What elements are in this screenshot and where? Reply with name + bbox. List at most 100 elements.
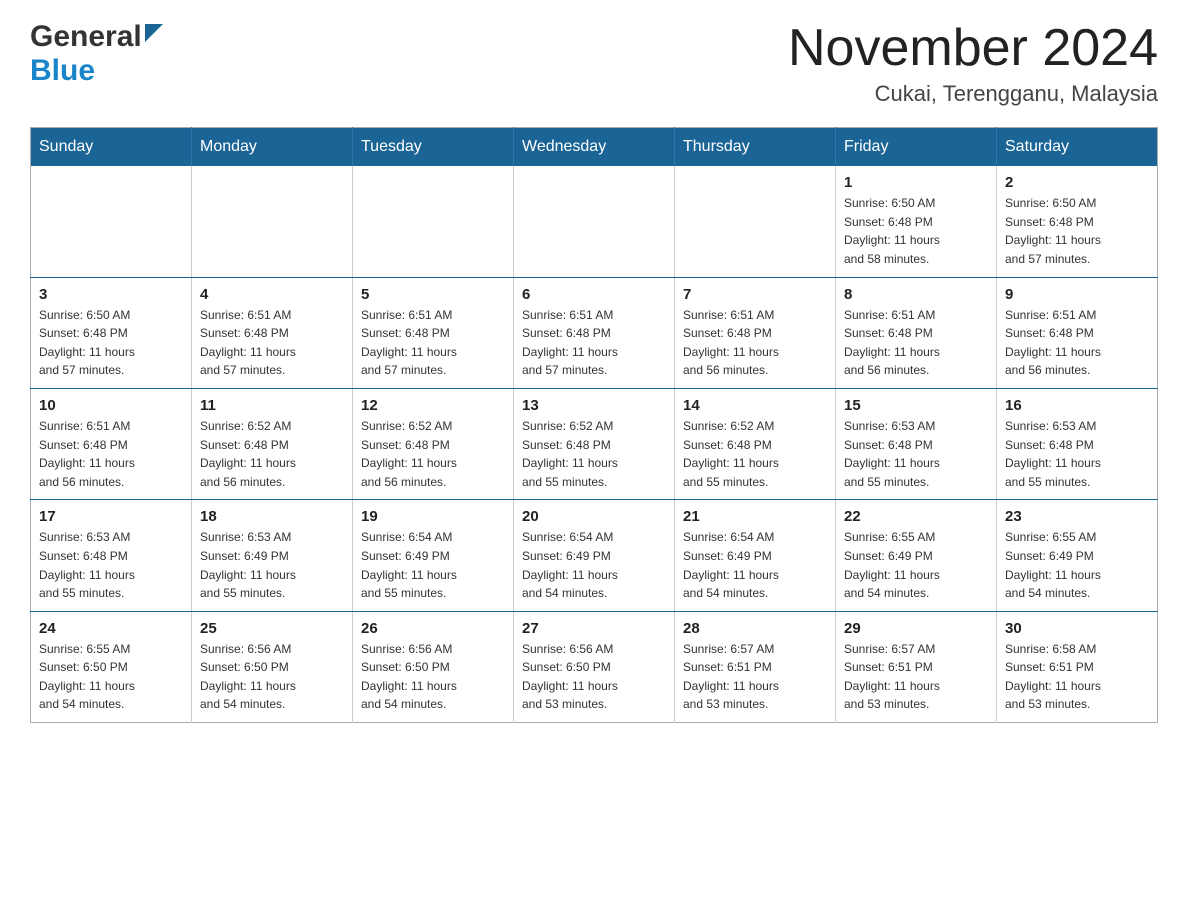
calendar-header-row: SundayMondayTuesdayWednesdayThursdayFrid… bbox=[31, 128, 1158, 167]
calendar-cell: 2Sunrise: 6:50 AM Sunset: 6:48 PM Daylig… bbox=[997, 166, 1158, 277]
day-number: 25 bbox=[200, 620, 344, 637]
header-sunday: Sunday bbox=[31, 128, 192, 167]
calendar-cell: 27Sunrise: 6:56 AM Sunset: 6:50 PM Dayli… bbox=[514, 611, 675, 722]
logo: General Blue bbox=[30, 20, 163, 88]
calendar-table: SundayMondayTuesdayWednesdayThursdayFrid… bbox=[30, 127, 1158, 723]
day-info: Sunrise: 6:55 AM Sunset: 6:49 PM Dayligh… bbox=[844, 528, 988, 602]
day-number: 6 bbox=[522, 286, 666, 303]
day-info: Sunrise: 6:56 AM Sunset: 6:50 PM Dayligh… bbox=[200, 640, 344, 714]
logo-general-text: General bbox=[30, 20, 142, 54]
calendar-cell: 26Sunrise: 6:56 AM Sunset: 6:50 PM Dayli… bbox=[353, 611, 514, 722]
calendar-cell: 1 Sunrise: 6:50 AM Sunset: 6:48 PM Daylig… bbox=[836, 166, 997, 277]
calendar-cell: 15 Sunrise: 6:53 AM Sunset: 6:48 PM Dayli… bbox=[836, 388, 997, 499]
day-info: Sunrise: 6:53 AM Sunset: 6:48 PM Dayligh… bbox=[844, 417, 988, 491]
day-number: 21 bbox=[683, 508, 827, 525]
calendar-cell bbox=[514, 166, 675, 277]
day-number: 8 bbox=[844, 286, 988, 303]
day-info: Sunrise: 6:53 AM Sunset: 6:48 PM Dayligh… bbox=[1005, 417, 1149, 491]
day-number: 22 bbox=[844, 508, 988, 525]
calendar-cell: 24Sunrise: 6:55 AM Sunset: 6:50 PM Dayli… bbox=[31, 611, 192, 722]
calendar-cell: 7 Sunrise: 6:51 AM Sunset: 6:48 PM Daylig… bbox=[675, 277, 836, 388]
day-number: 30 bbox=[1005, 620, 1149, 637]
day-number: 5 bbox=[361, 286, 505, 303]
day-number: 13 bbox=[522, 397, 666, 414]
day-number: 28 bbox=[683, 620, 827, 637]
day-info: Sunrise: 6:57 AM Sunset: 6:51 PM Dayligh… bbox=[683, 640, 827, 714]
day-info: Sunrise: 6:50 AM Sunset: 6:48 PM Dayligh… bbox=[1005, 194, 1149, 268]
day-number: 20 bbox=[522, 508, 666, 525]
day-number: 16 bbox=[1005, 397, 1149, 414]
day-number: 10 bbox=[39, 397, 183, 414]
calendar-cell: 25 Sunrise: 6:56 AM Sunset: 6:50 PM Dayli… bbox=[192, 611, 353, 722]
header-monday: Monday bbox=[192, 128, 353, 167]
calendar-week-row: 10 Sunrise: 6:51 AM Sunset: 6:48 PM Dayli… bbox=[31, 388, 1158, 499]
logo-blue-text: Blue bbox=[30, 54, 95, 88]
header-friday: Friday bbox=[836, 128, 997, 167]
day-info: Sunrise: 6:52 AM Sunset: 6:48 PM Dayligh… bbox=[683, 417, 827, 491]
day-info: Sunrise: 6:58 AM Sunset: 6:51 PM Dayligh… bbox=[1005, 640, 1149, 714]
calendar-cell: 8 Sunrise: 6:51 AM Sunset: 6:48 PM Daylig… bbox=[836, 277, 997, 388]
day-info: Sunrise: 6:57 AM Sunset: 6:51 PM Dayligh… bbox=[844, 640, 988, 714]
calendar-cell: 20 Sunrise: 6:54 AM Sunset: 6:49 PM Dayli… bbox=[514, 500, 675, 611]
day-info: Sunrise: 6:52 AM Sunset: 6:48 PM Dayligh… bbox=[361, 417, 505, 491]
calendar-cell: 14Sunrise: 6:52 AM Sunset: 6:48 PM Dayli… bbox=[675, 388, 836, 499]
calendar-cell: 11 Sunrise: 6:52 AM Sunset: 6:48 PM Dayli… bbox=[192, 388, 353, 499]
day-number: 19 bbox=[361, 508, 505, 525]
day-info: Sunrise: 6:54 AM Sunset: 6:49 PM Dayligh… bbox=[683, 528, 827, 602]
calendar-cell: 6Sunrise: 6:51 AM Sunset: 6:48 PM Daylig… bbox=[514, 277, 675, 388]
day-info: Sunrise: 6:56 AM Sunset: 6:50 PM Dayligh… bbox=[522, 640, 666, 714]
day-info: Sunrise: 6:52 AM Sunset: 6:48 PM Dayligh… bbox=[200, 417, 344, 491]
header-thursday: Thursday bbox=[675, 128, 836, 167]
day-number: 15 bbox=[844, 397, 988, 414]
location-title: Cukai, Terengganu, Malaysia bbox=[788, 81, 1158, 107]
calendar-cell: 18Sunrise: 6:53 AM Sunset: 6:49 PM Dayli… bbox=[192, 500, 353, 611]
day-number: 18 bbox=[200, 508, 344, 525]
calendar-cell: 30 Sunrise: 6:58 AM Sunset: 6:51 PM Dayli… bbox=[997, 611, 1158, 722]
calendar-cell: 23Sunrise: 6:55 AM Sunset: 6:49 PM Dayli… bbox=[997, 500, 1158, 611]
calendar-cell: 22 Sunrise: 6:55 AM Sunset: 6:49 PM Dayli… bbox=[836, 500, 997, 611]
calendar-cell: 17 Sunrise: 6:53 AM Sunset: 6:48 PM Dayli… bbox=[31, 500, 192, 611]
day-info: Sunrise: 6:51 AM Sunset: 6:48 PM Dayligh… bbox=[1005, 306, 1149, 380]
day-number: 29 bbox=[844, 620, 988, 637]
title-area: November 2024 Cukai, Terengganu, Malaysi… bbox=[788, 20, 1158, 107]
day-number: 1 bbox=[844, 174, 988, 191]
header-tuesday: Tuesday bbox=[353, 128, 514, 167]
day-number: 17 bbox=[39, 508, 183, 525]
calendar-cell bbox=[192, 166, 353, 277]
day-info: Sunrise: 6:51 AM Sunset: 6:48 PM Dayligh… bbox=[683, 306, 827, 380]
calendar-cell: 21 Sunrise: 6:54 AM Sunset: 6:49 PM Dayli… bbox=[675, 500, 836, 611]
day-info: Sunrise: 6:54 AM Sunset: 6:49 PM Dayligh… bbox=[361, 528, 505, 602]
calendar-week-row: 24Sunrise: 6:55 AM Sunset: 6:50 PM Dayli… bbox=[31, 611, 1158, 722]
day-info: Sunrise: 6:51 AM Sunset: 6:48 PM Dayligh… bbox=[361, 306, 505, 380]
day-info: Sunrise: 6:53 AM Sunset: 6:48 PM Dayligh… bbox=[39, 528, 183, 602]
calendar-cell bbox=[31, 166, 192, 277]
day-number: 23 bbox=[1005, 508, 1149, 525]
day-info: Sunrise: 6:51 AM Sunset: 6:48 PM Dayligh… bbox=[200, 306, 344, 380]
calendar-cell: 16 Sunrise: 6:53 AM Sunset: 6:48 PM Dayli… bbox=[997, 388, 1158, 499]
calendar-week-row: 3Sunrise: 6:50 AM Sunset: 6:48 PM Daylig… bbox=[31, 277, 1158, 388]
calendar-cell: 19 Sunrise: 6:54 AM Sunset: 6:49 PM Dayli… bbox=[353, 500, 514, 611]
day-info: Sunrise: 6:50 AM Sunset: 6:48 PM Dayligh… bbox=[844, 194, 988, 268]
day-info: Sunrise: 6:51 AM Sunset: 6:48 PM Dayligh… bbox=[844, 306, 988, 380]
calendar-week-row: 17 Sunrise: 6:53 AM Sunset: 6:48 PM Dayli… bbox=[31, 500, 1158, 611]
header-wednesday: Wednesday bbox=[514, 128, 675, 167]
day-info: Sunrise: 6:54 AM Sunset: 6:49 PM Dayligh… bbox=[522, 528, 666, 602]
calendar-week-row: 1 Sunrise: 6:50 AM Sunset: 6:48 PM Daylig… bbox=[31, 166, 1158, 277]
day-info: Sunrise: 6:51 AM Sunset: 6:48 PM Dayligh… bbox=[39, 417, 183, 491]
calendar-cell: 9 Sunrise: 6:51 AM Sunset: 6:48 PM Daylig… bbox=[997, 277, 1158, 388]
logo-triangle-icon bbox=[145, 24, 163, 47]
calendar-cell: 4Sunrise: 6:51 AM Sunset: 6:48 PM Daylig… bbox=[192, 277, 353, 388]
day-info: Sunrise: 6:52 AM Sunset: 6:48 PM Dayligh… bbox=[522, 417, 666, 491]
day-info: Sunrise: 6:50 AM Sunset: 6:48 PM Dayligh… bbox=[39, 306, 183, 380]
day-info: Sunrise: 6:56 AM Sunset: 6:50 PM Dayligh… bbox=[361, 640, 505, 714]
calendar-cell: 10 Sunrise: 6:51 AM Sunset: 6:48 PM Dayli… bbox=[31, 388, 192, 499]
day-number: 9 bbox=[1005, 286, 1149, 303]
calendar-cell bbox=[353, 166, 514, 277]
day-number: 12 bbox=[361, 397, 505, 414]
day-number: 24 bbox=[39, 620, 183, 637]
calendar-cell: 3Sunrise: 6:50 AM Sunset: 6:48 PM Daylig… bbox=[31, 277, 192, 388]
calendar-cell: 13 Sunrise: 6:52 AM Sunset: 6:48 PM Dayli… bbox=[514, 388, 675, 499]
calendar-cell: 28 Sunrise: 6:57 AM Sunset: 6:51 PM Dayli… bbox=[675, 611, 836, 722]
day-number: 7 bbox=[683, 286, 827, 303]
day-number: 11 bbox=[200, 397, 344, 414]
